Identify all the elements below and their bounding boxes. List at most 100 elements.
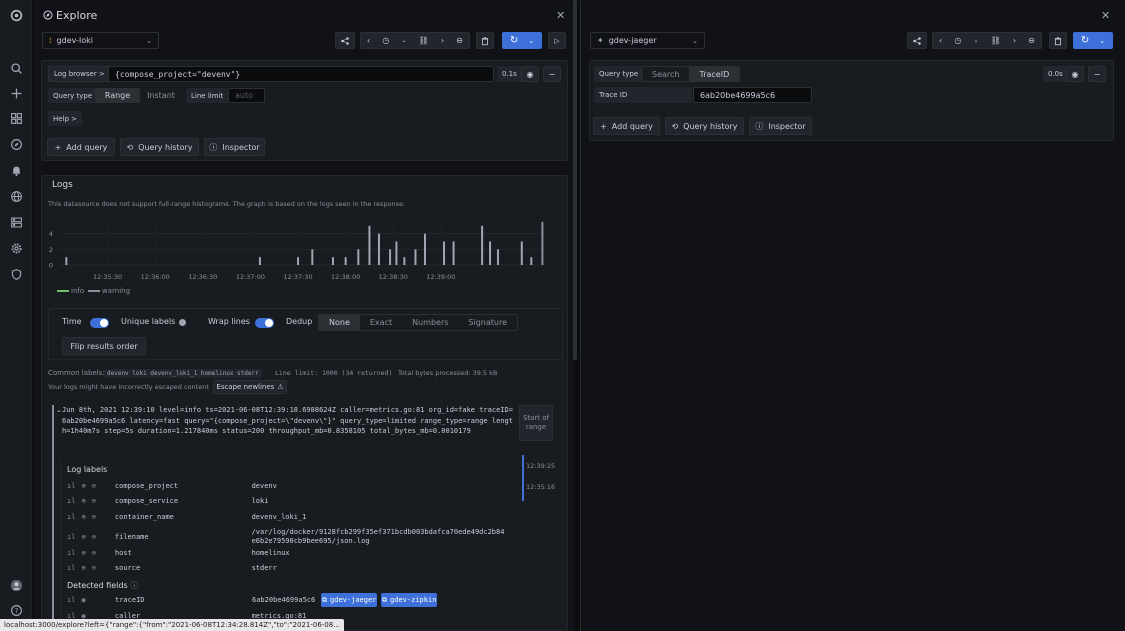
legend-warning[interactable]: warning [102,287,130,295]
help-button[interactable]: Help > [48,111,83,126]
zoom-out-icon[interactable]: ⊖ [456,36,463,45]
zoom-out-icon[interactable]: ⊖ [92,497,96,505]
zoom-in-icon[interactable]: ⊕ [81,497,85,505]
flip-results-order-button[interactable]: Flip results order [62,337,146,355]
explore-icon[interactable] [8,136,24,152]
zoom-in-icon[interactable]: ⊕ [81,533,85,541]
dedup-signature[interactable]: Signature [458,315,517,330]
run-query-button[interactable]: ↻ ⌄ [502,32,542,49]
time-range-controls[interactable]: ‹ ◷ ⌄ ⛓ › ⊖ [932,32,1042,49]
query-history-button[interactable]: ⟲ Query history [120,138,199,156]
link-icon[interactable]: ⛓ [419,36,429,45]
zoom-out-icon[interactable]: ⊖ [92,564,96,572]
stats-icon[interactable]: ıl [67,497,75,505]
clock-icon[interactable]: ◷ [954,36,961,45]
legend-info[interactable]: info [71,287,84,295]
query-type-range[interactable]: Range [95,88,140,103]
chevron-left-icon[interactable]: ‹ [367,36,370,45]
zoom-out-icon[interactable]: ⊖ [92,549,96,557]
chevron-down-icon[interactable]: ⌄ [401,37,406,44]
time-range-controls[interactable]: ‹ ◷ ⌄ ⛓ › ⊖ [360,32,470,49]
zoom-out-icon[interactable]: ⊖ [92,533,96,541]
log-line[interactable]: Jun 8th, 2021 12:39:10 level=info ts=202… [62,405,516,449]
zoom-out-icon[interactable]: ⊖ [1028,36,1035,45]
info-icon: ⓘ [130,581,139,590]
datasource-picker[interactable]: ✦ gdev-jaeger ⌄ [590,32,705,49]
stats-icon[interactable]: ıl [67,533,75,541]
query-type-search[interactable]: Search [642,67,689,81]
wrap-lines-toggle[interactable] [255,318,274,328]
dedup-exact[interactable]: Exact [360,315,402,330]
external-link-icon: ⧉ [322,595,328,604]
clear-button[interactable] [1049,32,1067,49]
escape-newlines-button[interactable]: Escape newlines ⚠ [213,380,287,394]
dedup-numbers[interactable]: Numbers [402,315,458,330]
remove-query-button[interactable]: − [543,66,561,82]
zoom-in-icon[interactable]: ⊕ [81,513,85,521]
globe-icon[interactable] [8,188,24,204]
label-value: devenv [251,481,277,490]
server-icon[interactable] [8,214,24,230]
info-icon: ⓘ [209,142,218,152]
query-type-instant[interactable]: Instant [140,88,182,103]
line-limit-input[interactable]: auto [228,88,265,103]
stats-icon[interactable]: ıl [67,513,75,521]
zoom-in-icon[interactable]: ⊕ [81,549,85,557]
gdev-jaeger-link-button[interactable]: ⧉ gdev-jaeger [321,593,378,607]
shield-icon[interactable] [8,266,24,282]
zoom-in-icon[interactable]: ⊕ [81,564,85,572]
stats-icon[interactable]: ıl [67,596,75,604]
inspector-button[interactable]: ⓘ Inspector [204,138,265,156]
dashboards-icon[interactable] [8,110,24,126]
stats-icon[interactable]: ıl [67,482,75,490]
pane-splitter[interactable] [580,0,581,631]
stats-icon[interactable]: ıl [67,549,75,557]
log-navigation-bar[interactable] [522,455,524,501]
share-button[interactable] [335,32,355,49]
close-pane-icon[interactable]: ✕ [1101,9,1110,22]
chevron-right-icon[interactable]: › [441,36,444,45]
close-pane-icon[interactable]: ✕ [556,9,565,22]
inspector-button[interactable]: ⓘ Inspector [749,117,812,135]
trace-id-input[interactable]: 6ab20be4699a5c6 [693,87,812,103]
search-icon[interactable] [8,60,24,76]
datasource-picker[interactable]: ⁞ gdev-loki ⌄ [42,32,159,49]
remove-query-button[interactable]: − [1088,66,1106,82]
chevron-left-icon[interactable]: ‹ [939,36,942,45]
add-query-button[interactable]: + Add query [47,138,115,156]
stats-icon[interactable]: ıl [67,564,75,572]
log-browser-button[interactable]: Log browser > [48,66,111,82]
run-query-button[interactable]: ↻ ⌄ [1073,32,1113,49]
share-button[interactable] [907,32,927,49]
gear-icon[interactable] [8,240,24,256]
toggle-visibility-button[interactable]: ◉ [1066,66,1084,82]
unique-labels-toggle[interactable] [179,319,186,326]
zoom-in-icon[interactable]: ⊕ [81,482,85,490]
chevron-down-icon[interactable]: ⌄ [973,37,978,44]
alert-bell-icon[interactable] [8,162,24,178]
time-toggle[interactable] [90,318,109,328]
help-icon[interactable]: ? [8,602,24,618]
zoom-out-icon[interactable]: ⊖ [92,482,96,490]
left-pane-scrollbar[interactable] [573,0,577,360]
toggle-visibility-button[interactable]: ◉ [521,66,539,82]
chevron-down-icon[interactable]: ⌄ [56,406,62,414]
grafana-logo-icon[interactable] [8,7,24,23]
gdev-zipkin-link-button[interactable]: ⧉ gdev-zipkin [381,593,438,607]
trash-icon [481,36,489,45]
query-history-button[interactable]: ⟲ Query history [665,117,744,135]
add-query-button[interactable]: + Add query [593,117,660,135]
link-icon[interactable]: ⛓ [991,36,1001,45]
dedup-none[interactable]: None [319,315,360,330]
query-input[interactable]: {compose_project="devenv"} [108,66,494,82]
clock-icon[interactable]: ◷ [382,36,389,45]
chevron-right-icon[interactable]: › [1013,36,1016,45]
start-of-range-button[interactable]: Start of range [519,405,553,441]
plus-icon[interactable] [8,85,24,101]
eye-icon[interactable]: ◉ [81,596,85,604]
live-tail-button[interactable]: ▷ [548,32,566,49]
query-type-traceid[interactable]: TraceID [689,67,740,81]
zoom-out-icon[interactable]: ⊖ [92,513,96,521]
clear-button[interactable] [476,32,494,49]
avatar-icon[interactable] [8,577,24,593]
